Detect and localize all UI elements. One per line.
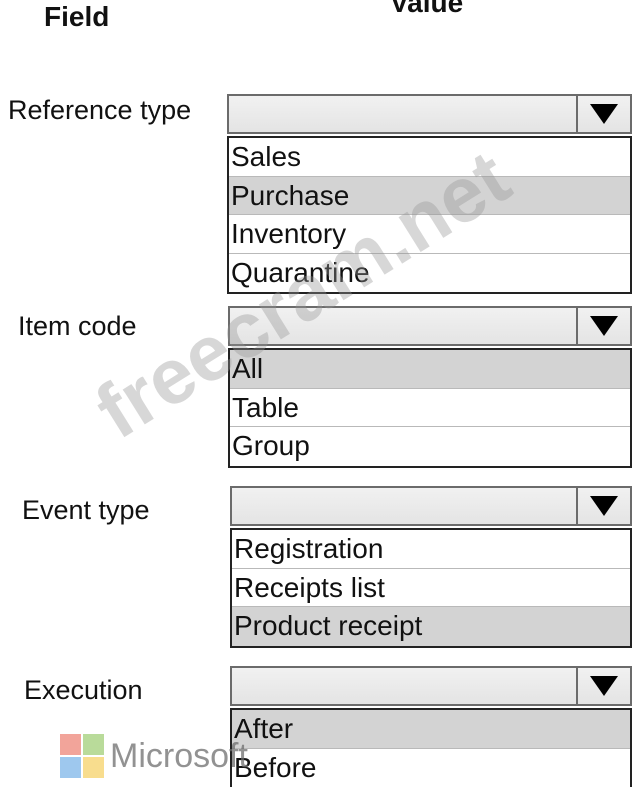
dropdown-arrow-button[interactable] bbox=[576, 308, 630, 344]
option-registration[interactable]: Registration bbox=[232, 530, 630, 569]
reference-type-dropdown[interactable] bbox=[227, 94, 632, 134]
item-code-label: Item code bbox=[18, 310, 137, 342]
event-type-options: Registration Receipts list Product recei… bbox=[230, 528, 632, 648]
option-inventory[interactable]: Inventory bbox=[229, 215, 630, 254]
event-type-dropdown[interactable] bbox=[230, 486, 632, 526]
option-table[interactable]: Table bbox=[230, 389, 630, 428]
dropdown-arrow-button[interactable] bbox=[576, 668, 630, 704]
option-after[interactable]: After bbox=[232, 710, 630, 749]
dropdown-arrow-button[interactable] bbox=[576, 96, 630, 132]
item-code-dropdown[interactable] bbox=[228, 306, 632, 346]
chevron-down-icon bbox=[590, 316, 618, 336]
field-column-header: Field bbox=[44, 0, 109, 34]
option-purchase[interactable]: Purchase bbox=[229, 177, 630, 216]
execution-dropdown[interactable] bbox=[230, 666, 632, 706]
option-receipts-list[interactable]: Receipts list bbox=[232, 569, 630, 608]
execution-label: Execution bbox=[24, 674, 143, 706]
reference-type-options: Sales Purchase Inventory Quarantine bbox=[227, 136, 632, 294]
value-column-header: Value bbox=[390, 0, 463, 20]
option-all[interactable]: All bbox=[230, 350, 630, 389]
option-before[interactable]: Before bbox=[232, 749, 630, 787]
microsoft-logo-text: Microsoft bbox=[110, 737, 248, 776]
execution-options: After Before bbox=[230, 708, 632, 787]
option-product-receipt[interactable]: Product receipt bbox=[232, 607, 630, 646]
chevron-down-icon bbox=[590, 104, 618, 124]
event-type-label: Event type bbox=[22, 494, 150, 526]
microsoft-logo-icon bbox=[60, 734, 104, 778]
option-sales[interactable]: Sales bbox=[229, 138, 630, 177]
chevron-down-icon bbox=[590, 496, 618, 516]
option-group[interactable]: Group bbox=[230, 427, 630, 466]
option-quarantine[interactable]: Quarantine bbox=[229, 254, 630, 293]
dropdown-arrow-button[interactable] bbox=[576, 488, 630, 524]
chevron-down-icon bbox=[590, 676, 618, 696]
item-code-options: All Table Group bbox=[228, 348, 632, 468]
microsoft-logo: Microsoft bbox=[60, 734, 248, 778]
reference-type-label: Reference type bbox=[8, 94, 191, 126]
